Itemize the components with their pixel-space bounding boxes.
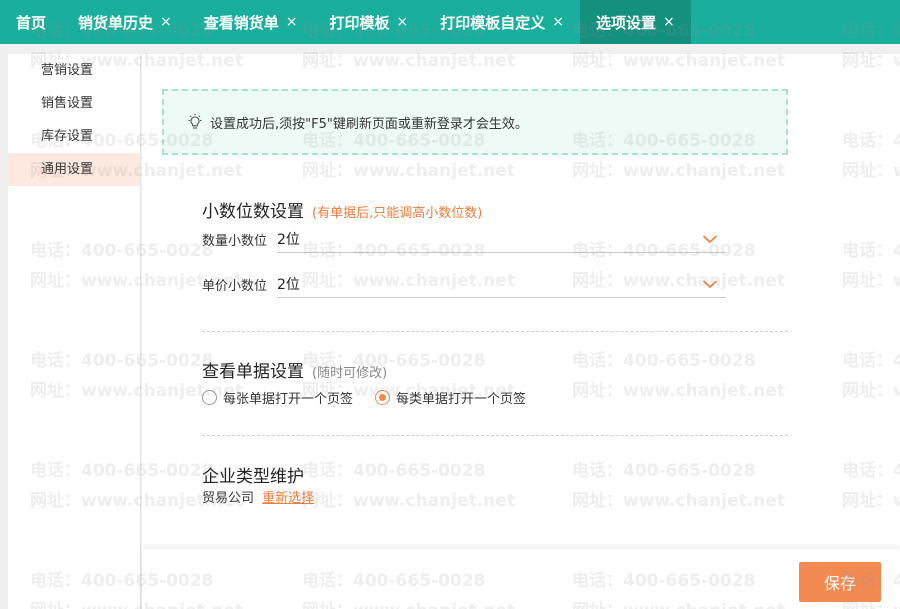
- section-hint: (有单据后,只能调高小数位数): [312, 206, 483, 221]
- sidebar-item-label: 库存设置: [41, 129, 94, 144]
- sidebar-item-general[interactable]: 通用设置: [8, 153, 140, 186]
- close-icon[interactable]: ×: [663, 14, 675, 30]
- section-title: 企业类型维护: [202, 467, 304, 487]
- tab-print-template[interactable]: 打印模板 ×: [314, 0, 425, 44]
- price-decimal-select[interactable]: 2位: [277, 270, 726, 298]
- settings-panel: 设置成功后,须按"F5"键刷新页面或重新登录才会生效。 小数位数设置 (有单据后…: [142, 54, 900, 609]
- tab-bar: 首页 销货单历史 × 查看销货单 × 打印模板 × 打印模板自定义 × 选项设置…: [0, 0, 900, 44]
- close-icon[interactable]: ×: [160, 14, 172, 30]
- chevron-down-icon: [702, 279, 718, 288]
- quantity-decimal-select[interactable]: 2位: [277, 225, 726, 253]
- section-divider: [202, 435, 788, 436]
- price-decimal-label: 单价小数位: [202, 278, 268, 294]
- select-value: 2位: [277, 231, 300, 248]
- close-icon[interactable]: ×: [552, 14, 564, 30]
- quantity-decimal-label: 数量小数位: [202, 233, 268, 249]
- tab-home[interactable]: 首页: [0, 0, 62, 44]
- tab-label: 查看销货单: [203, 13, 279, 32]
- sidebar-item-marketing[interactable]: 营销设置: [8, 54, 140, 87]
- section-title: 小数位数设置: [202, 202, 304, 222]
- footer-bar: 保存: [142, 549, 900, 609]
- radio-option-per-document[interactable]: 每张单据打开一个页签: [202, 388, 353, 407]
- view-mode-radio-group: 每张单据打开一个页签 每类单据打开一个页签: [202, 388, 548, 407]
- sidebar-item-label: 营销设置: [41, 63, 94, 78]
- company-type-row: 贸易公司 重新选择: [202, 487, 314, 506]
- tab-print-template-custom[interactable]: 打印模板自定义 ×: [424, 0, 580, 44]
- sidebar-item-label: 通用设置: [41, 162, 94, 177]
- radio-label: 每类单据打开一个页签: [396, 392, 527, 407]
- radio-button[interactable]: [375, 390, 391, 405]
- section-hint: (随时可修改): [312, 366, 388, 381]
- company-type-value: 贸易公司: [202, 491, 255, 506]
- tab-label: 选项设置: [596, 13, 657, 32]
- sidebar-item-label: 销售设置: [41, 96, 94, 111]
- sidebar-item-sales[interactable]: 销售设置: [8, 87, 140, 120]
- select-value: 2位: [277, 276, 300, 293]
- radio-button[interactable]: [202, 390, 217, 405]
- tab-sales-history[interactable]: 销货单历史 ×: [62, 0, 188, 44]
- tab-label: 打印模板自定义: [440, 13, 546, 32]
- notice-text: 设置成功后,须按"F5"键刷新页面或重新登录才会生效。: [210, 116, 528, 132]
- save-button[interactable]: 保存: [799, 562, 881, 602]
- section-title: 查看单据设置: [202, 362, 304, 382]
- company-type-heading: 企业类型维护: [202, 462, 304, 487]
- price-decimal-row: 单价小数位 2位: [202, 270, 726, 298]
- close-icon[interactable]: ×: [286, 14, 298, 30]
- lightbulb-icon: [188, 113, 202, 129]
- tab-label: 首页: [16, 13, 47, 32]
- chevron-down-icon: [702, 234, 718, 243]
- sidebar-item-inventory[interactable]: 库存设置: [8, 120, 140, 153]
- reselect-link[interactable]: 重新选择: [262, 491, 314, 506]
- quantity-decimal-row: 数量小数位 2位: [202, 225, 726, 253]
- tab-label: 销货单历史: [78, 13, 154, 32]
- section-divider: [202, 331, 788, 332]
- view-settings-heading: 查看单据设置 (随时可修改): [202, 357, 387, 382]
- decimal-settings-heading: 小数位数设置 (有单据后,只能调高小数位数): [202, 197, 482, 222]
- radio-label: 每张单据打开一个页签: [223, 392, 354, 407]
- tab-view-sales-order[interactable]: 查看销货单 ×: [188, 0, 314, 44]
- radio-option-per-type[interactable]: 每类单据打开一个页签: [375, 388, 526, 407]
- tab-options-settings[interactable]: 选项设置 ×: [580, 0, 691, 44]
- tab-label: 打印模板: [329, 13, 390, 32]
- notice-banner: 设置成功后,须按"F5"键刷新页面或重新登录才会生效。: [162, 89, 788, 155]
- settings-sidebar: 营销设置 销售设置 库存设置 通用设置: [8, 54, 141, 609]
- close-icon[interactable]: ×: [397, 14, 409, 30]
